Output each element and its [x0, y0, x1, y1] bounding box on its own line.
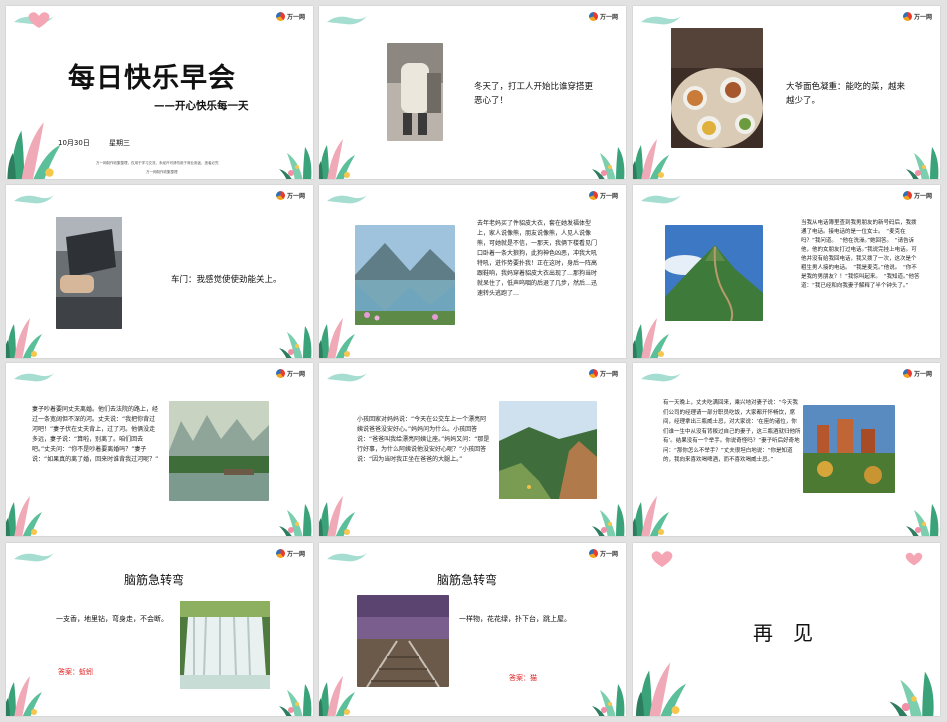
- logo-icon: [275, 549, 285, 558]
- photo-dinner-table: [671, 28, 763, 148]
- brush-decoration: [14, 373, 54, 382]
- logo-icon: [902, 191, 912, 200]
- leaves-decoration: [319, 676, 355, 716]
- logo-icon: [275, 191, 285, 200]
- photo-railway: [357, 595, 449, 687]
- logo-icon: [902, 12, 912, 21]
- brush-decoration: [641, 195, 681, 204]
- slide-1[interactable]: 万一网 每日快乐早会 ——开心快乐每一天 10月30日 星期三 万一网制作收集整…: [6, 6, 313, 179]
- leaves-decoration: [7, 122, 61, 179]
- photo-green-mountain: [665, 225, 763, 321]
- story-text: 当我从电话簿里查到我男朋友的新号码后，我拨通了电话。接电话的是一位女士。 “麦克…: [801, 220, 920, 289]
- logo-icon: [275, 12, 285, 21]
- goodbye-text: 再 见: [753, 621, 813, 645]
- leaves-decoration: [319, 139, 355, 179]
- leaves-decoration: [279, 326, 312, 358]
- brand-logo: 万一网: [588, 369, 618, 378]
- brush-decoration: [327, 16, 367, 25]
- brand-logo: 万一网: [902, 12, 932, 21]
- slide-title: 脑筋急转弯: [124, 573, 185, 587]
- leaves-decoration: [6, 318, 42, 358]
- leaves-decoration: [279, 504, 312, 536]
- logo-icon: [588, 12, 598, 21]
- photo-canyon: [499, 401, 597, 499]
- photo-waterfall: [180, 601, 270, 689]
- photo-red-rocks: [803, 405, 895, 493]
- leaves-decoration: [889, 671, 934, 716]
- leaves-decoration: [279, 147, 312, 179]
- logo-icon: [275, 369, 285, 378]
- slide-11[interactable]: 万一网 脑筋急转弯 一样物，花花绿，扑下台，跳上屋。 答案：猫: [319, 543, 626, 716]
- slide-10[interactable]: 万一网 脑筋急转弯 一支香，地里钻，弯身走，不会断。 答案：蚯蚓: [6, 543, 313, 716]
- story-text: 有一天晚上，丈夫吃满回来，乘兴地对妻子说：“今天我们公司的经理请一部分职员吃饭，…: [663, 400, 801, 463]
- leaves-decoration: [633, 139, 669, 179]
- brush-decoration: [641, 373, 681, 382]
- brand-logo: 万一网: [588, 191, 618, 200]
- logo-icon: [902, 369, 912, 378]
- leaves-decoration: [6, 676, 42, 716]
- slide-9[interactable]: 万一网 有一天晚上，丈夫吃满回来，乘兴地对妻子说：“今天我们公司的经理请一部分职…: [633, 363, 940, 536]
- brand-logo: 万一网: [902, 191, 932, 200]
- brush-decoration: [641, 16, 681, 25]
- logo-icon: [588, 191, 598, 200]
- photo-car-door: [56, 217, 122, 329]
- heart-icon: [28, 12, 50, 28]
- slide-title: 每日快乐早会: [68, 63, 236, 94]
- brand-logo: 万一网: [902, 369, 932, 378]
- story-text: 妻子吵着要同丈夫离婚。他们去法院的路上，经过一条宽阔但不深的河。丈夫说：“我把你…: [32, 406, 159, 463]
- brand-logo: 万一网: [275, 549, 305, 558]
- riddle-text: 一支香，地里钻，弯身走，不会断。: [56, 615, 168, 623]
- heart-icon: [905, 552, 923, 566]
- slide-4[interactable]: 万一网 车门：我感觉使使劲能关上。: [6, 185, 313, 358]
- answer-text: 答案：蚯蚓: [58, 668, 93, 676]
- slide-12[interactable]: 再 见: [633, 543, 940, 716]
- slide-2[interactable]: 万一网 冬天了，打工人开始比谁穿搭更恶心了！: [319, 6, 626, 179]
- story-text: 去年老妈买了件貂皮大衣，套在她发福体型上，家人说像熊，朋友说像熊，人见人说像熊，…: [477, 220, 598, 297]
- slide-6[interactable]: 万一网 当我从电话簿里查到我男朋友的新号码后，我拨通了电话。接电话的是一位女士。…: [633, 185, 940, 358]
- leaves-decoration: [279, 684, 312, 716]
- photo-mountain-lake: [355, 225, 455, 325]
- heart-icon: [651, 551, 673, 567]
- leaves-decoration: [592, 147, 625, 179]
- slide-caption: 冬天了，打工人开始比谁穿搭更恶心了！: [474, 82, 594, 106]
- slide-title: 脑筋急转弯: [437, 573, 498, 587]
- story-text: 小孩回家对妈妈说：“今天在公交车上一个漂亮阿姨说爸爸没安好心。”妈妈问为什么。小…: [357, 416, 490, 463]
- slide-subtitle: ——开心快乐每一天: [154, 100, 249, 112]
- brush-decoration: [327, 553, 367, 562]
- answer-text: 答案：猫: [509, 674, 537, 682]
- leaves-decoration: [319, 318, 355, 358]
- leaves-decoration: [906, 147, 939, 179]
- photo-river-village: [169, 401, 269, 501]
- slide-5[interactable]: 万一网 去年老妈买了件貂皮大衣，套在她发福体型上，家人说像熊，朋友说像熊，人见人…: [319, 185, 626, 358]
- slide-8[interactable]: 万一网 小孩回家对妈妈说：“今天在公交车上一个漂亮阿姨说爸爸没安好心。”妈妈问为…: [319, 363, 626, 536]
- leaves-decoration: [633, 496, 669, 536]
- riddle-text: 一样物，花花绿，扑下台，跳上屋。: [459, 615, 571, 623]
- leaves-decoration: [635, 662, 687, 716]
- brand-logo: 万一网: [275, 12, 305, 21]
- brush-decoration: [14, 553, 54, 562]
- leaves-decoration: [6, 496, 42, 536]
- brush-decoration: [327, 195, 367, 204]
- leaves-decoration: [906, 504, 939, 536]
- brand-logo: 万一网: [275, 191, 305, 200]
- logo-icon: [588, 369, 598, 378]
- leaves-decoration: [319, 496, 355, 536]
- leaves-decoration: [633, 318, 669, 358]
- brush-decoration: [327, 373, 367, 382]
- brand-logo: 万一网: [275, 369, 305, 378]
- footer-line-2: 万一网制作收集整理: [146, 170, 178, 174]
- leaves-decoration: [592, 684, 625, 716]
- brush-decoration: [14, 195, 54, 204]
- brand-logo: 万一网: [588, 12, 618, 21]
- leaves-decoration: [592, 504, 625, 536]
- photo-person: [387, 43, 443, 141]
- slide-caption: 大爷面色凝重：能吃的菜，越来越少了。: [786, 82, 906, 106]
- footer-line-1: 万一网制作收集整理，仅用于学习交流，未经许可请勿用于商业用途，违者必究: [96, 161, 219, 165]
- slide-3[interactable]: 万一网 大爷面色凝重：能吃的菜，越来越少了。: [633, 6, 940, 179]
- slide-7[interactable]: 万一网 妻子吵着要同丈夫离婚。他们去法院的路上，经过一条宽阔但不深的河。丈夫说：…: [6, 363, 313, 536]
- weekday-label: 星期三: [109, 139, 130, 147]
- logo-icon: [588, 549, 598, 558]
- brand-logo: 万一网: [588, 549, 618, 558]
- slide-caption: 车门：我感觉使使劲能关上。: [171, 275, 282, 285]
